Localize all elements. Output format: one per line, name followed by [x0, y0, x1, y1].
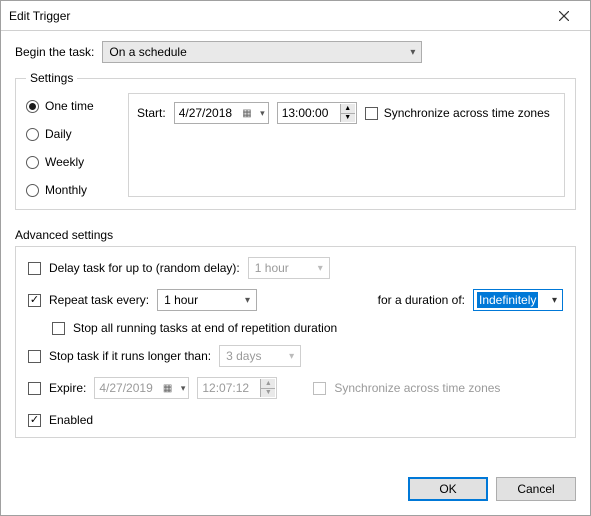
duration-value: Indefinitely: [477, 292, 538, 308]
expire-date-value: 4/27/2019: [99, 381, 152, 395]
ok-button[interactable]: OK: [408, 477, 488, 501]
chevron-down-icon: ▾: [260, 108, 265, 119]
spinner-buttons[interactable]: ▲ ▼: [340, 104, 355, 122]
duration-combo[interactable]: Indefinitely ▾: [473, 289, 563, 311]
start-time-spinner[interactable]: 13:00:00 ▲ ▼: [277, 102, 357, 124]
sync-timezones-label: Synchronize across time zones: [384, 106, 550, 120]
expire-checkbox[interactable]: [28, 382, 41, 395]
cancel-label: Cancel: [517, 482, 554, 496]
chevron-down-icon: ▾: [552, 295, 557, 306]
stop-if-checkbox[interactable]: [28, 350, 41, 363]
expire-date-picker: 4/27/2019 ▦ ▾: [94, 377, 189, 399]
radio-weekly[interactable]: Weekly: [26, 155, 116, 169]
repeat-checkbox[interactable]: [28, 294, 41, 307]
repeat-label: Repeat task every:: [49, 293, 149, 307]
start-panel: Start: 4/27/2018 ▦ ▾ 13:00:00 ▲ ▼: [128, 93, 565, 197]
start-time-value: 13:00:00: [282, 106, 329, 120]
delay-checkbox[interactable]: [28, 262, 41, 275]
sync-timezones-checkbox[interactable]: [365, 107, 378, 120]
chevron-down-icon: ▾: [245, 295, 250, 306]
edit-trigger-dialog: Edit Trigger Begin the task: On a schedu…: [0, 0, 591, 516]
spinner-buttons: ▲ ▼: [260, 379, 275, 397]
radio-label: Weekly: [45, 155, 84, 169]
calendar-icon: ▦: [242, 108, 251, 119]
radio-icon: [26, 184, 39, 197]
radio-label: Daily: [45, 127, 72, 141]
window-title: Edit Trigger: [9, 9, 544, 23]
radio-one-time[interactable]: One time: [26, 99, 116, 113]
radio-icon: [26, 128, 39, 141]
repeat-value: 1 hour: [164, 293, 198, 307]
radio-icon: [26, 100, 39, 113]
spin-up-icon[interactable]: ▲: [341, 104, 355, 113]
duration-label: for a duration of:: [378, 293, 465, 307]
calendar-icon: ▦: [163, 383, 172, 394]
repeat-every-combo[interactable]: 1 hour ▾: [157, 289, 257, 311]
stop-if-label: Stop task if it runs longer than:: [49, 349, 211, 363]
titlebar: Edit Trigger: [1, 1, 590, 31]
dialog-footer: OK Cancel: [1, 467, 590, 515]
expire-time-spinner: 12:07:12 ▲ ▼: [197, 377, 277, 399]
radio-monthly[interactable]: Monthly: [26, 183, 116, 197]
begin-task-combo[interactable]: On a schedule ▾: [102, 41, 422, 63]
settings-group: Settings One time Daily Weekly: [15, 71, 576, 210]
stop-if-combo: 3 days ▾: [219, 345, 301, 367]
stop-all-label: Stop all running tasks at end of repetit…: [73, 321, 337, 335]
stop-if-value: 3 days: [226, 349, 261, 363]
cancel-button[interactable]: Cancel: [496, 477, 576, 501]
radio-label: One time: [45, 99, 94, 113]
close-button[interactable]: [544, 2, 584, 30]
chevron-down-icon: ▾: [181, 383, 186, 394]
begin-task-label: Begin the task:: [15, 45, 94, 59]
spin-up-icon: ▲: [261, 379, 275, 388]
advanced-settings-label: Advanced settings: [15, 228, 576, 242]
stop-all-checkbox[interactable]: [52, 322, 65, 335]
ok-label: OK: [439, 482, 456, 496]
delay-combo: 1 hour ▾: [248, 257, 330, 279]
expire-time-value: 12:07:12: [202, 381, 249, 395]
radio-icon: [26, 156, 39, 169]
chevron-down-icon: ▾: [410, 47, 415, 58]
radio-label: Monthly: [45, 183, 87, 197]
start-date-picker[interactable]: 4/27/2018 ▦ ▾: [174, 102, 269, 124]
enabled-checkbox[interactable]: [28, 414, 41, 427]
spin-down-icon: ▼: [261, 388, 275, 398]
radio-daily[interactable]: Daily: [26, 127, 116, 141]
delay-label: Delay task for up to (random delay):: [49, 261, 240, 275]
chevron-down-icon: ▾: [318, 263, 323, 274]
settings-legend: Settings: [26, 71, 77, 85]
delay-value: 1 hour: [255, 261, 289, 275]
advanced-settings-group: Delay task for up to (random delay): 1 h…: [15, 246, 576, 438]
start-date-value: 4/27/2018: [179, 106, 232, 120]
enabled-label: Enabled: [49, 413, 93, 427]
close-icon: [559, 11, 569, 21]
start-label: Start:: [137, 106, 166, 120]
expire-sync-checkbox: [313, 382, 326, 395]
spin-down-icon[interactable]: ▼: [341, 113, 355, 123]
expire-sync-label: Synchronize across time zones: [334, 381, 500, 395]
begin-task-value: On a schedule: [109, 45, 186, 59]
expire-label: Expire:: [49, 381, 86, 395]
chevron-down-icon: ▾: [289, 351, 294, 362]
